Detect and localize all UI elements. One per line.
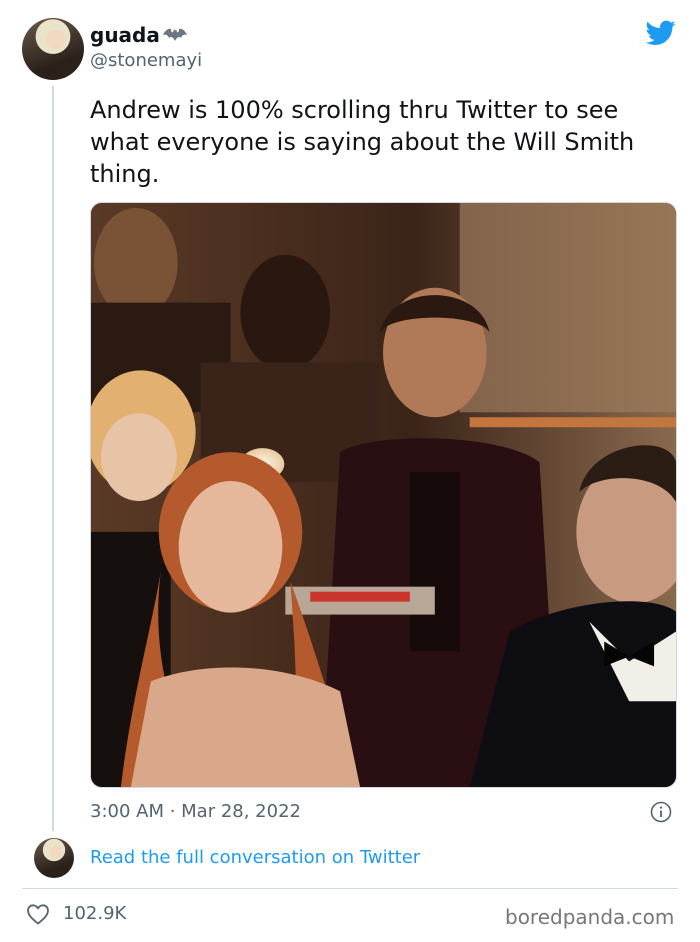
tweet-text: Andrew is 100% scrolling thru Twitter to… [90,96,635,188]
read-conversation-link[interactable]: Read the full conversation on Twitter [90,846,420,870]
batman-icon [163,28,187,41]
user-avatar-small[interactable] [34,838,74,878]
watermark: boredpanda.com [505,905,675,929]
user-avatar[interactable] [22,18,84,80]
twitter-bird-icon[interactable] [646,20,676,46]
tweet-photo[interactable] [90,202,677,788]
divider [22,888,678,889]
info-icon[interactable] [650,801,672,823]
thread-line [52,86,54,831]
tweet-timestamp[interactable]: 3:00 AM · Mar 28, 2022 [90,800,301,824]
like-count: 102.9K [63,903,127,924]
audience-photo-illustration [91,203,676,787]
display-name[interactable]: guada [90,22,160,48]
user-handle[interactable]: @stonemayi [90,50,202,72]
heart-icon[interactable] [26,903,50,925]
